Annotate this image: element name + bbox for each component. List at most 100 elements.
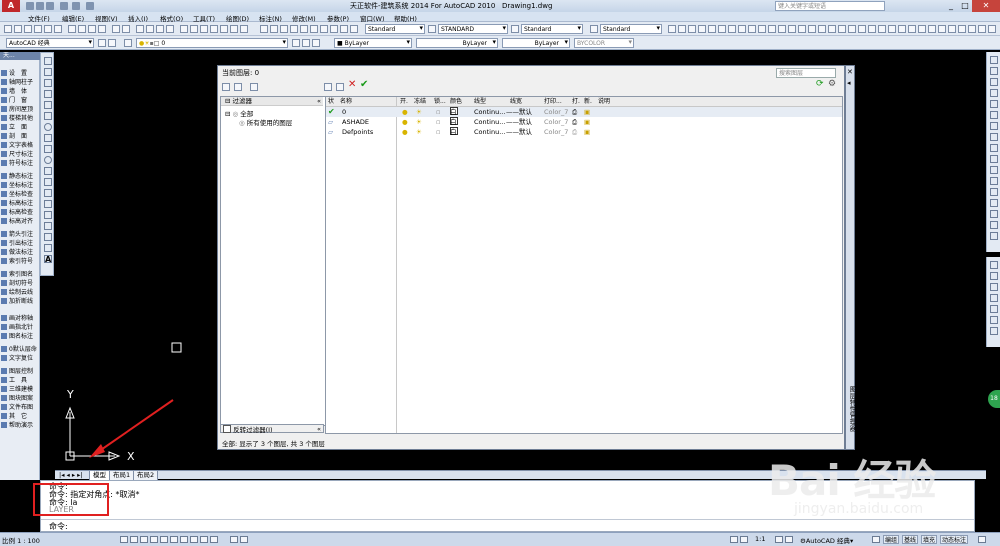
line-icon[interactable] (44, 57, 52, 65)
unlock-icon[interactable]: ▫ (436, 127, 440, 137)
new-vp-freeze-icon[interactable]: ▣ (584, 117, 590, 127)
dim-linear-icon[interactable] (260, 25, 268, 33)
linetype-combo[interactable]: ByLayer (416, 38, 498, 48)
plotstyle-combo[interactable]: BYCOLOR (574, 38, 634, 48)
settings-icon[interactable]: ⚙ (828, 79, 836, 89)
layer-row-1[interactable]: ▱ ASHADE ● ☀ ▫ 白 Continu... —— 默认 Color_… (326, 117, 842, 127)
tch-tool-17-icon[interactable] (828, 25, 836, 33)
set-current-icon[interactable]: ✔ (360, 79, 368, 90)
menu-item-door-window[interactable]: 门 窗 (1, 96, 39, 105)
close-palette-icon[interactable]: ✕ (847, 68, 853, 76)
menu-item-settings[interactable]: 设 置 (1, 69, 39, 78)
annotation-scale[interactable]: 1:1 (755, 535, 765, 543)
text-style-combo[interactable]: Standard (365, 24, 425, 34)
print-icon[interactable] (34, 25, 42, 33)
dim-baseline-icon[interactable] (340, 25, 348, 33)
open-icon[interactable] (14, 25, 22, 33)
new-layer-vp-frozen-icon[interactable] (336, 83, 344, 91)
open-file-icon[interactable] (36, 2, 44, 10)
auto-scale-icon[interactable] (785, 536, 793, 543)
redo-icon[interactable] (122, 25, 130, 33)
layer-linetype[interactable]: Continu... (474, 107, 505, 117)
dim-arc-icon[interactable] (280, 25, 288, 33)
new-group-filter-icon[interactable] (234, 83, 242, 91)
save-icon[interactable] (24, 25, 32, 33)
menu-item-leader[interactable]: 引出标注 (1, 239, 39, 248)
zoom-previous-icon[interactable] (166, 25, 174, 33)
col-new-vp-freeze[interactable]: 新. (584, 97, 592, 106)
menu-item-blocks-hatch[interactable]: 图块图案 (1, 394, 39, 403)
tch-tool-10-icon[interactable] (758, 25, 766, 33)
lock-ui-icon[interactable] (872, 536, 880, 543)
lineweight-icon[interactable] (200, 536, 208, 543)
col-status[interactable]: 状 (328, 97, 334, 106)
workspace-combo[interactable]: AutoCAD 经典 (6, 38, 94, 48)
dim-aligned-icon[interactable] (270, 25, 278, 33)
dynamic-dim-button[interactable]: 动态标注 (940, 535, 969, 544)
extend-icon[interactable] (990, 166, 998, 174)
menu-item-3d-model[interactable]: 三维建模 (1, 385, 39, 394)
polygon-icon[interactable] (44, 90, 52, 98)
tch-tool-16-icon[interactable] (818, 25, 826, 33)
autocad-logo-icon[interactable]: A (2, 0, 20, 12)
match-properties-icon[interactable] (98, 25, 106, 33)
delete-layer-icon[interactable]: ✕ (348, 79, 356, 90)
new-vp-freeze-icon[interactable]: ▣ (584, 107, 590, 117)
layer-states-icon[interactable] (250, 83, 258, 91)
polar-icon[interactable] (150, 536, 158, 543)
lineweight-combo[interactable]: ByLayer (502, 38, 570, 48)
unlock-icon[interactable]: ▫ (436, 107, 440, 117)
minimize-button[interactable]: _ (944, 0, 958, 12)
dim-angular-icon[interactable] (320, 25, 328, 33)
copy-object-icon[interactable] (990, 67, 998, 75)
menu-item-text-reset[interactable]: 文字复位 (1, 354, 39, 363)
maximize-button[interactable]: □ (958, 0, 972, 12)
menu-item-static-label[interactable]: 静态标注 (1, 172, 39, 181)
print-icon[interactable] (86, 2, 94, 10)
collapse-panel-icon[interactable]: « (317, 97, 321, 106)
menu-item-index-title[interactable]: 索引图名 (1, 270, 39, 279)
menu-item-stairs[interactable]: 楼梯其他 (1, 114, 39, 123)
model-space-icon[interactable] (230, 536, 238, 543)
tch-tool-29-icon[interactable] (948, 25, 956, 33)
annotation-visibility-icon[interactable] (775, 536, 783, 543)
on-lightbulb-icon[interactable]: ● (402, 127, 408, 137)
table-style-combo[interactable]: Standard (521, 24, 583, 34)
layer-lineweight[interactable]: —— 默认 (506, 127, 532, 137)
quick-properties-icon[interactable] (210, 536, 218, 543)
multiline-text-icon[interactable]: A (44, 255, 52, 264)
text-style-icon[interactable] (350, 25, 358, 33)
layout-icon[interactable] (240, 536, 248, 543)
tch-tool-2-icon[interactable] (678, 25, 686, 33)
help-icon[interactable] (240, 25, 248, 33)
new-vp-freeze-icon[interactable]: ▣ (584, 127, 590, 137)
otrack-icon[interactable] (170, 536, 178, 543)
cut-icon[interactable] (68, 25, 76, 33)
workspace-switch[interactable]: ⚙AutoCAD 经典▾ (800, 535, 853, 545)
help-search-input[interactable]: 键入关键字或短语 (775, 1, 885, 11)
layer-search-input[interactable]: 搜索图层 (776, 68, 836, 78)
undo-icon[interactable] (60, 2, 68, 10)
menu-item-dimension[interactable]: 尺寸标注 (1, 150, 39, 159)
workspace-settings-icon[interactable] (98, 39, 106, 47)
dyn-icon[interactable] (190, 536, 198, 543)
dim-ordinate-icon[interactable] (290, 25, 298, 33)
mirror-icon[interactable] (990, 78, 998, 86)
collapse-left-icon[interactable]: « (317, 425, 321, 434)
dim-front-icon[interactable] (990, 316, 998, 324)
menu-item-arrow-note[interactable]: 箭头引注 (1, 230, 39, 239)
circle-icon[interactable] (44, 123, 52, 131)
zoom-realtime-icon[interactable] (146, 25, 154, 33)
new-property-filter-icon[interactable] (222, 83, 230, 91)
col-lineweight[interactable]: 线宽 (510, 97, 522, 106)
menu-item-wall[interactable]: 墙 体 (1, 87, 39, 96)
invert-filter-checkbox[interactable] (223, 425, 231, 433)
tool-palettes-icon[interactable] (200, 25, 208, 33)
move-icon[interactable] (990, 111, 998, 119)
group-button[interactable]: 编组 (883, 535, 900, 544)
tch-tool-21-icon[interactable] (868, 25, 876, 33)
zoom-status-icon[interactable] (740, 536, 748, 543)
menu-item-symmetry-axis[interactable]: 画对称轴 (1, 314, 39, 323)
dim-radius-icon[interactable] (300, 25, 308, 33)
table-style-icon[interactable] (511, 25, 519, 33)
